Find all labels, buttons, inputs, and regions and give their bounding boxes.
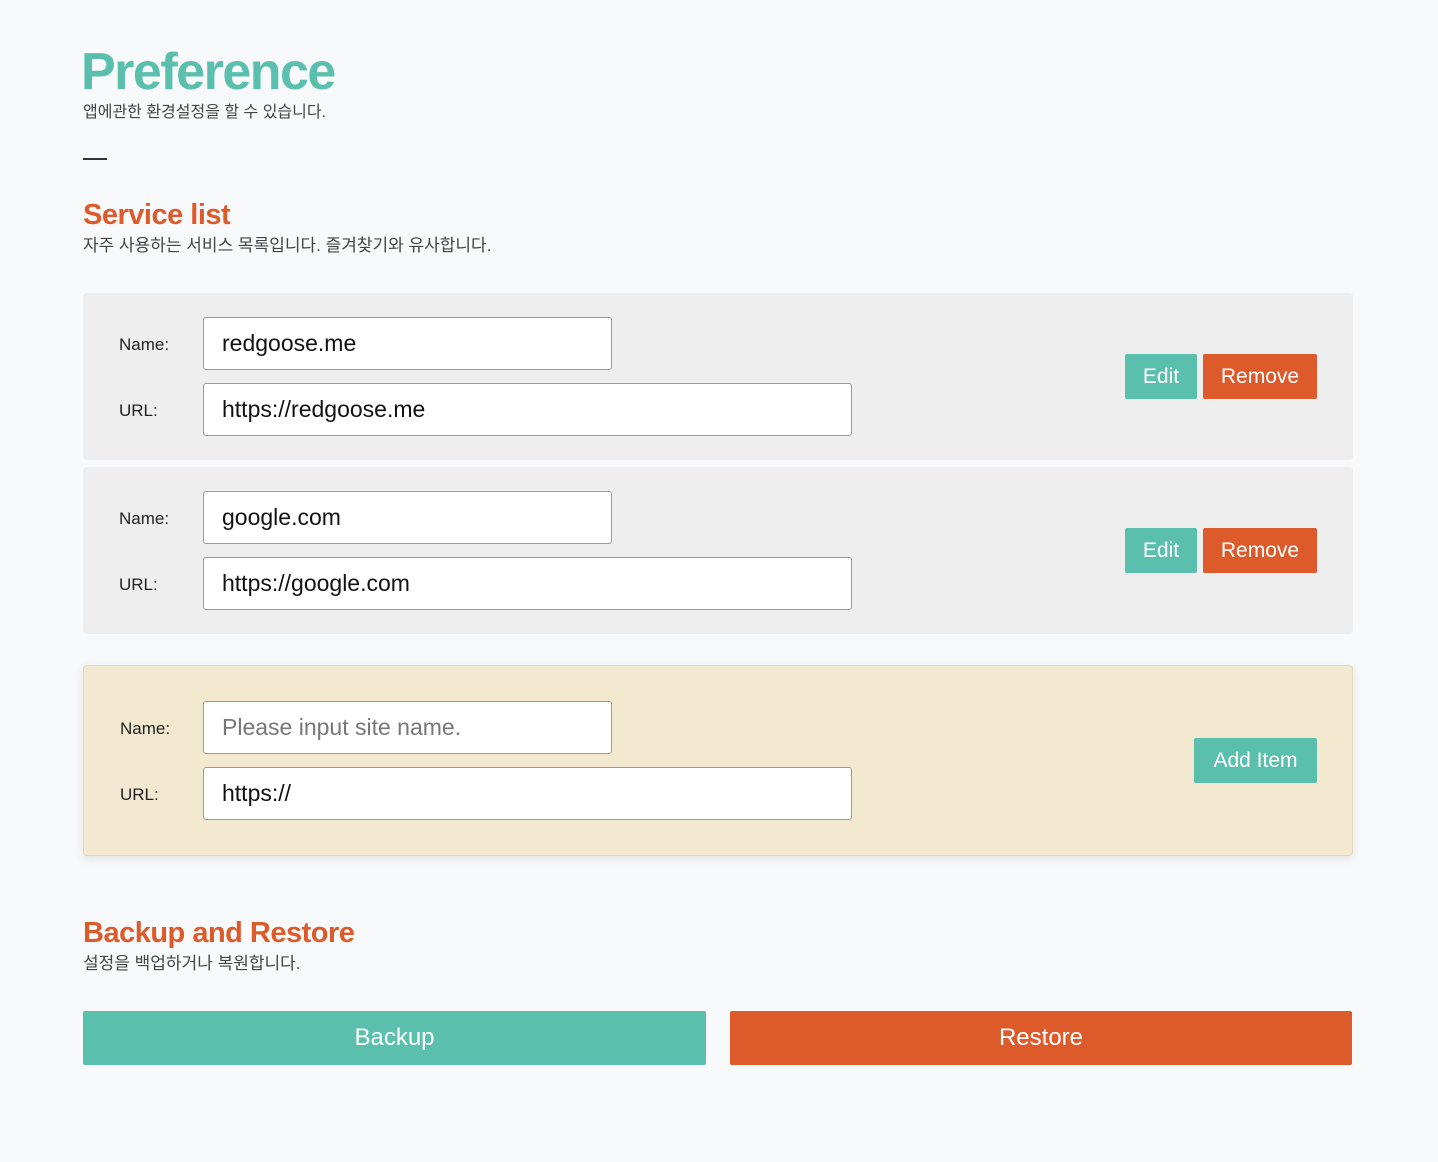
backup-restore-description: 설정을 백업하거나 복원합니다. bbox=[83, 954, 301, 973]
url-label: URL: bbox=[120, 785, 159, 804]
new-service-form: Name: URL: Add Item bbox=[83, 665, 1353, 856]
service-item-card: Name: URL: Edit Remove bbox=[83, 467, 1353, 634]
service-url-input[interactable] bbox=[203, 557, 852, 610]
add-item-button[interactable]: Add Item bbox=[1194, 738, 1317, 783]
divider bbox=[83, 158, 107, 160]
service-item-card: Name: URL: Edit Remove bbox=[83, 293, 1353, 460]
new-name-input[interactable] bbox=[203, 701, 612, 754]
service-list-title: Service list bbox=[83, 199, 231, 231]
edit-button[interactable]: Edit bbox=[1125, 354, 1197, 399]
backup-restore-title: Backup and Restore bbox=[83, 917, 355, 949]
restore-button[interactable]: Restore bbox=[730, 1011, 1352, 1065]
url-label: URL: bbox=[119, 401, 158, 420]
backup-button[interactable]: Backup bbox=[83, 1011, 706, 1065]
service-list-description: 자주 사용하는 서비스 목록입니다. 즐겨찾기와 유사합니다. bbox=[83, 236, 492, 255]
url-label: URL: bbox=[119, 575, 158, 594]
service-url-input[interactable] bbox=[203, 383, 852, 436]
page-title: Preference bbox=[81, 43, 336, 101]
remove-button[interactable]: Remove bbox=[1203, 528, 1317, 573]
service-name-input[interactable] bbox=[203, 317, 612, 370]
name-label: Name: bbox=[119, 335, 170, 354]
page-description: 앱에관한 환경설정을 할 수 있습니다. bbox=[83, 104, 327, 121]
name-label: Name: bbox=[119, 509, 170, 528]
remove-button[interactable]: Remove bbox=[1203, 354, 1317, 399]
service-name-input[interactable] bbox=[203, 491, 612, 544]
edit-button[interactable]: Edit bbox=[1125, 528, 1197, 573]
name-label: Name: bbox=[120, 719, 171, 738]
new-url-input[interactable] bbox=[203, 767, 852, 820]
